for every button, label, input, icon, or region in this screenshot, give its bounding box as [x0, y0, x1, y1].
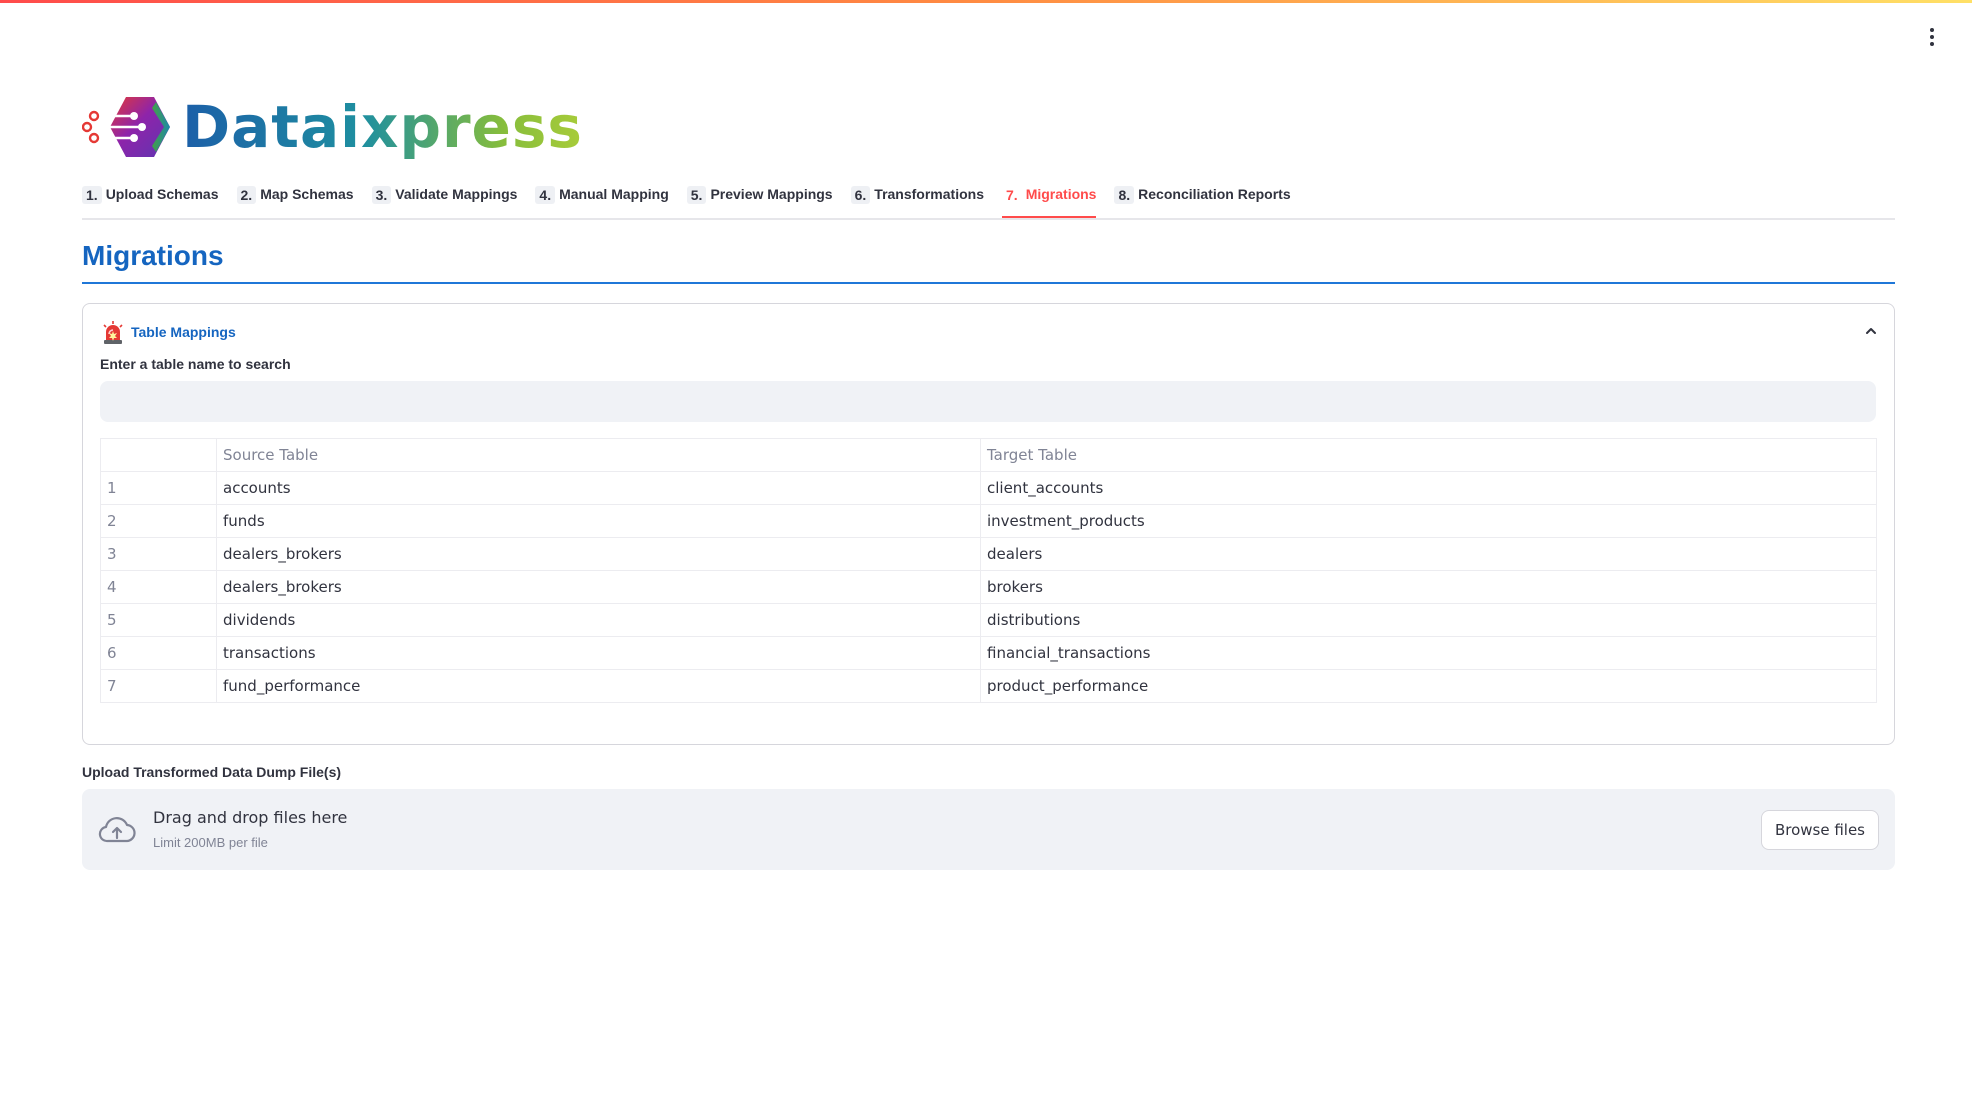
browse-files-button[interactable]: Browse files — [1760, 810, 1879, 850]
source-table-cell[interactable]: dealers_brokers — [216, 537, 981, 571]
target-table-cell[interactable]: product_performance — [980, 669, 1877, 703]
table-row[interactable]: 2 funds investment_products — [100, 504, 1877, 538]
tab-migrations[interactable]: 7. Migrations — [1002, 182, 1097, 218]
target-table-cell[interactable]: investment_products — [980, 504, 1877, 538]
tab-label: Preview Mappings — [710, 186, 833, 202]
target-table-cell[interactable]: dealers — [980, 537, 1877, 571]
drop-instructions: Drag and drop files here — [153, 808, 348, 827]
target-table-cell[interactable]: distributions — [980, 603, 1877, 637]
tab-number: 4. — [535, 186, 556, 204]
tab-label: Validate Mappings — [395, 186, 518, 202]
source-table-column-header[interactable]: Source Table — [216, 438, 981, 472]
mappings-table: Source Table Target Table 1 accounts clien… — [100, 438, 1877, 703]
tab-label: Map Schemas — [260, 186, 354, 202]
top-decoration-bar — [0, 0, 1972, 3]
tab-label: Migrations — [1025, 186, 1097, 202]
row-index: 4 — [100, 570, 217, 604]
tab-label: Reconciliation Reports — [1138, 186, 1291, 202]
tab-number: 3. — [371, 186, 392, 204]
brand-name: Dataixpress — [182, 93, 583, 161]
cloud-upload-icon — [98, 817, 136, 843]
table-row[interactable]: 4 dealers_brokers brokers — [100, 570, 1877, 604]
row-index: 5 — [100, 603, 217, 637]
row-index: 7 — [100, 669, 217, 703]
row-index: 1 — [100, 471, 217, 505]
table-row[interactable]: 3 dealers_brokers dealers — [100, 537, 1877, 571]
tab-manual-mapping[interactable]: 4. Manual Mapping — [535, 182, 669, 216]
source-table-cell[interactable]: dealers_brokers — [216, 570, 981, 604]
table-row[interactable]: 6 transactions financial_transactions — [100, 636, 1877, 670]
expander-title: Table Mappings — [131, 324, 236, 340]
tab-validate-mappings[interactable]: 3. Validate Mappings — [371, 182, 518, 216]
tab-number: 8. — [1114, 186, 1135, 204]
tab-label: Upload Schemas — [105, 186, 219, 202]
logo-hexagon-icon — [82, 97, 170, 157]
target-table-cell[interactable]: brokers — [980, 570, 1877, 604]
table-row[interactable]: 1 accounts client_accounts — [100, 471, 1877, 505]
source-table-cell[interactable]: accounts — [216, 471, 981, 505]
source-table-cell[interactable]: fund_performance — [216, 669, 981, 703]
tab-upload-schemas[interactable]: 1. Upload Schemas — [82, 182, 219, 216]
tab-number: 1. — [82, 186, 102, 204]
index-column-header[interactable] — [100, 438, 217, 472]
expander-header[interactable]: Table Mappings — [101, 318, 236, 346]
table-mappings-expander: Table Mappings Enter a table name to sea… — [82, 303, 1895, 745]
target-table-column-header[interactable]: Target Table — [980, 438, 1877, 472]
source-table-cell[interactable]: transactions — [216, 636, 981, 670]
source-table-cell[interactable]: funds — [216, 504, 981, 538]
kebab-dot-icon — [1930, 42, 1934, 46]
file-dropzone[interactable]: Drag and drop files here Limit 200MB per… — [82, 789, 1895, 870]
tab-label: Manual Mapping — [559, 186, 669, 202]
kebab-dot-icon — [1930, 28, 1934, 32]
file-size-limit: Limit 200MB per file — [153, 835, 268, 850]
page-title: Migrations — [82, 240, 1895, 284]
tab-number: 2. — [236, 186, 257, 204]
table-search-input[interactable] — [100, 381, 1876, 422]
target-table-cell[interactable]: financial_transactions — [980, 636, 1877, 670]
siren-icon — [103, 321, 123, 344]
target-table-cell[interactable]: client_accounts — [980, 471, 1877, 505]
table-header-row: Source Table Target Table — [100, 438, 1877, 472]
tab-number: 6. — [850, 186, 871, 204]
step-tabs: 1. Upload Schemas 2. Map Schemas 3. Validate … — [82, 182, 1895, 220]
tab-transformations[interactable]: 6. Transformations — [850, 182, 984, 216]
upload-label: Upload Transformed Data Dump File(s) — [82, 764, 342, 780]
tab-preview-mappings[interactable]: 5. Preview Mappings — [686, 182, 833, 216]
kebab-dot-icon — [1930, 35, 1934, 39]
chevron-up-icon[interactable] — [1864, 324, 1878, 338]
row-index: 6 — [100, 636, 217, 670]
main-menu-button[interactable] — [1922, 26, 1942, 48]
row-index: 3 — [100, 537, 217, 571]
tab-reconciliation-reports[interactable]: 8. Reconciliation Reports — [1114, 182, 1291, 216]
row-index: 2 — [100, 504, 217, 538]
search-label: Enter a table name to search — [100, 356, 291, 372]
mappings-table-container: Source Table Target Table 1 accounts clien… — [100, 438, 1877, 703]
source-table-cell[interactable]: dividends — [216, 603, 981, 637]
table-row[interactable]: 7 fund_performance product_performance — [100, 669, 1877, 703]
tab-map-schemas[interactable]: 2. Map Schemas — [236, 182, 354, 216]
tab-number: 5. — [686, 186, 707, 204]
tab-number: 7. — [1006, 187, 1018, 203]
app-logo: Dataixpress — [82, 93, 583, 161]
table-row[interactable]: 5 dividends distributions — [100, 603, 1877, 637]
tab-label: Transformations — [874, 186, 984, 202]
